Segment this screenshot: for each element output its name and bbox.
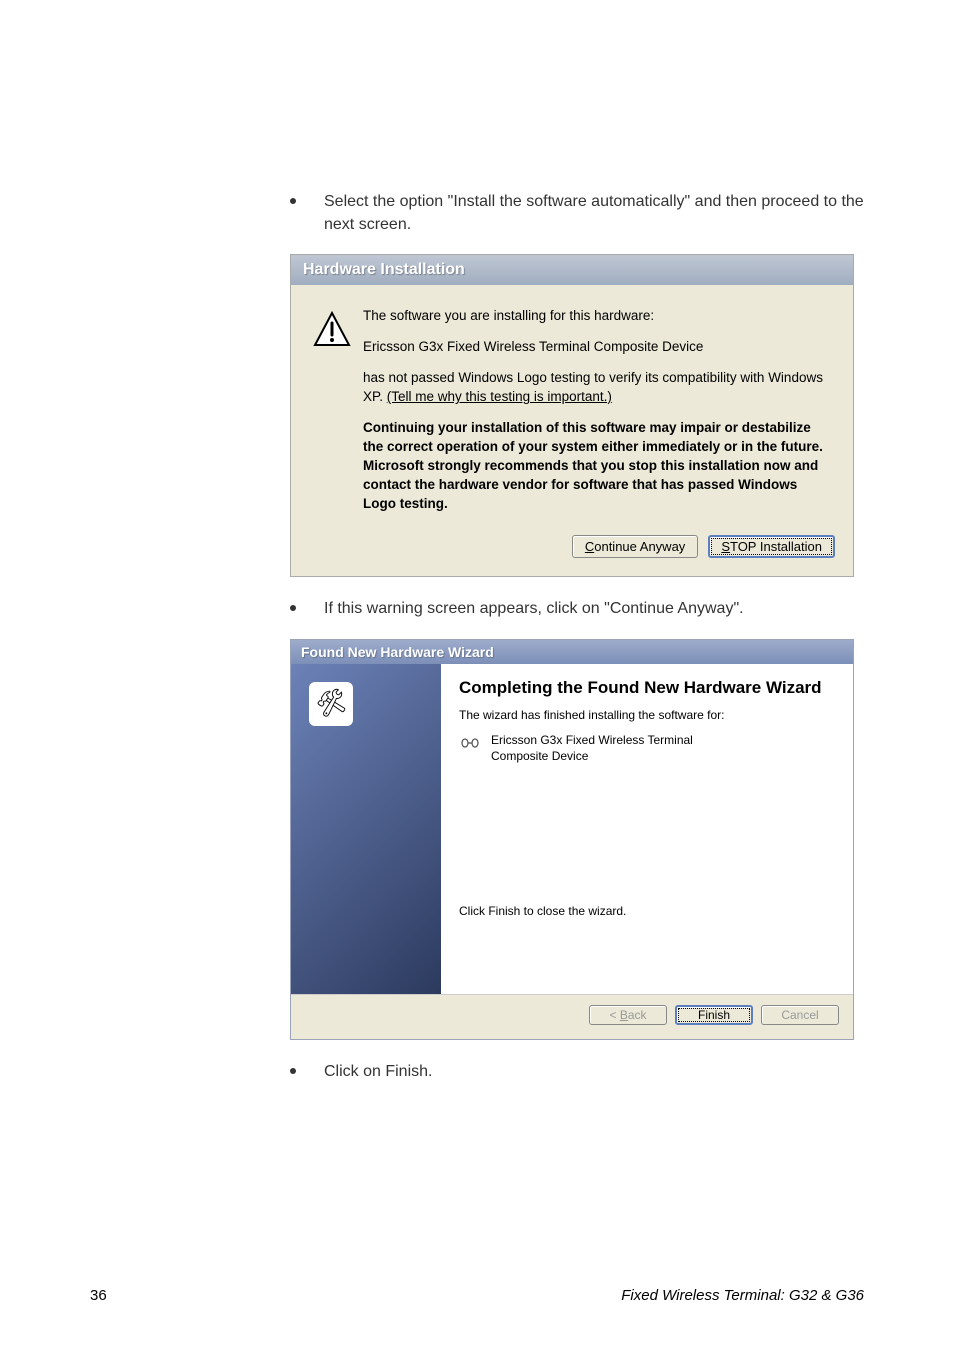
continue-rest: ontinue Anyway: [594, 539, 685, 554]
bullet-text: Select the option "Install the software …: [324, 190, 864, 236]
tell-me-why-link[interactable]: (Tell me why this testing is important.): [387, 389, 612, 404]
click-finish-hint: Click Finish to close the wizard.: [459, 904, 835, 918]
back-button: < Back: [589, 1005, 667, 1025]
finish-button[interactable]: Finish: [675, 1005, 753, 1025]
stop-rest: TOP Installation: [730, 539, 822, 554]
finish-label: Finish: [698, 1008, 730, 1022]
cancel-label: Cancel: [781, 1008, 818, 1022]
page-number: 36: [90, 1287, 107, 1304]
stop-installation-button[interactable]: STOP Installation: [708, 535, 835, 558]
wizard-side-icon: 🛠: [309, 682, 353, 726]
bullet-icon: [290, 1068, 296, 1074]
device-name: Ericsson G3x Fixed Wireless Terminal Com…: [491, 732, 751, 764]
wizard-heading: Completing the Found New Hardware Wizard: [459, 678, 835, 698]
bullet-icon: [290, 605, 296, 611]
stop-u: S: [721, 539, 730, 554]
hardware-installation-dialog: Hardware Installation The software you a…: [290, 254, 854, 577]
back-pre: <: [609, 1008, 619, 1022]
compat-line: has not passed Windows Logo testing to v…: [363, 369, 831, 407]
wizard-subtext: The wizard has finished installing the s…: [459, 708, 835, 722]
intro-line: The software you are installing for this…: [363, 307, 831, 326]
dialog-title: Hardware Installation: [291, 255, 853, 285]
warning-icon: [313, 311, 351, 349]
bullet-text: Click on Finish.: [324, 1060, 432, 1083]
dialog-title: Found New Hardware Wizard: [291, 640, 853, 664]
bullet-text: If this warning screen appears, click on…: [324, 597, 744, 620]
continue-u: C: [585, 539, 594, 554]
page-footer: 36 Fixed Wireless Terminal: G32 & G36: [90, 1287, 864, 1304]
continue-anyway-button[interactable]: Continue Anyway: [572, 535, 698, 558]
device-icon: [459, 732, 481, 755]
back-post: ack: [628, 1008, 647, 1022]
back-u: B: [620, 1008, 628, 1022]
bullet-icon: [290, 198, 296, 204]
instruction-bullet-3: Click on Finish.: [290, 1060, 864, 1083]
instruction-bullet-2: If this warning screen appears, click on…: [290, 597, 864, 620]
device-name: Ericsson G3x Fixed Wireless Terminal Com…: [363, 338, 831, 357]
warning-paragraph: Continuing your installation of this sof…: [363, 419, 831, 513]
cancel-button: Cancel: [761, 1005, 839, 1025]
doc-title: Fixed Wireless Terminal: G32 & G36: [621, 1287, 864, 1304]
wizard-side-banner: 🛠: [291, 664, 441, 994]
found-new-hardware-wizard-dialog: Found New Hardware Wizard 🛠 Completing t…: [290, 639, 854, 1040]
instruction-bullet-1: Select the option "Install the software …: [290, 190, 864, 236]
